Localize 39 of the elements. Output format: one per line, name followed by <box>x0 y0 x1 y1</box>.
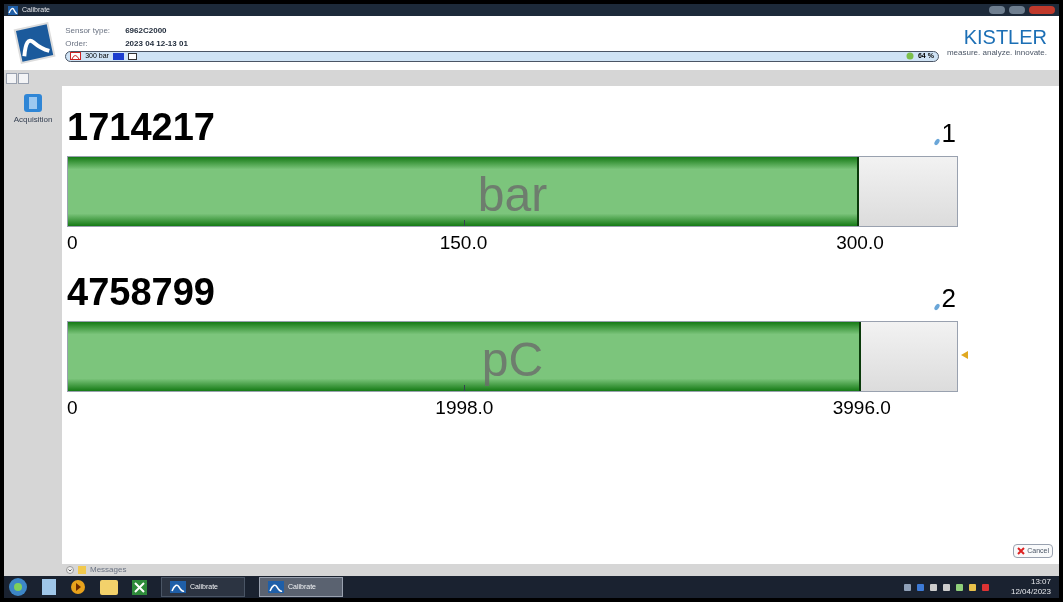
messages-tab[interactable]: Messages <box>90 564 127 576</box>
spreadsheet-icon[interactable] <box>132 579 147 595</box>
unit-label: bar <box>477 171 548 219</box>
sensor-type-label: Sensor type: <box>65 24 112 37</box>
close-button[interactable] <box>1029 6 1055 14</box>
media-player-icon[interactable] <box>70 579 86 595</box>
reading-value: 1714217 <box>67 108 215 146</box>
axis-label: 300.0 <box>836 233 884 252</box>
curve-icon <box>70 52 82 60</box>
tagline: measure. analyze. innovate. <box>946 47 1047 59</box>
expand-icon[interactable] <box>66 566 74 574</box>
tag-icon <box>127 52 137 60</box>
axis-label: 0 <box>67 233 78 252</box>
leaf-icon <box>933 138 940 146</box>
axis-label: 1998.0 <box>435 398 494 417</box>
channel-number: 1 <box>941 120 956 146</box>
chart-tool-button[interactable] <box>18 72 29 84</box>
sidebar-item[interactable]: Acquisition <box>13 114 53 126</box>
unit-label: pC <box>481 336 544 384</box>
axis-label: 0 <box>67 398 78 417</box>
maximize-button[interactable] <box>1009 6 1025 14</box>
order-label: Order: <box>65 37 89 50</box>
channel-number: 2 <box>941 285 956 311</box>
clock-time: 13:07 <box>1030 577 1051 587</box>
start-button[interactable] <box>8 577 28 597</box>
film-icon[interactable] <box>24 94 42 112</box>
close-icon <box>1017 547 1026 555</box>
clock-date: 12/04/2023 <box>1010 587 1051 597</box>
app-icon <box>170 581 186 593</box>
reading-value: 4758799 <box>67 273 215 311</box>
brand-logo: KISTLER <box>963 27 1047 47</box>
sensor-type-value: 6962C2000 <box>125 24 167 37</box>
axis-label: 150.0 <box>439 233 488 252</box>
axis-label: 3996.0 <box>832 398 891 417</box>
order-value: 2023 04 12-13 01 <box>125 37 188 50</box>
app-icon <box>268 581 284 593</box>
leaf-icon <box>933 303 940 311</box>
chart-tool-button[interactable] <box>6 72 17 84</box>
minimize-button[interactable] <box>989 6 1005 14</box>
